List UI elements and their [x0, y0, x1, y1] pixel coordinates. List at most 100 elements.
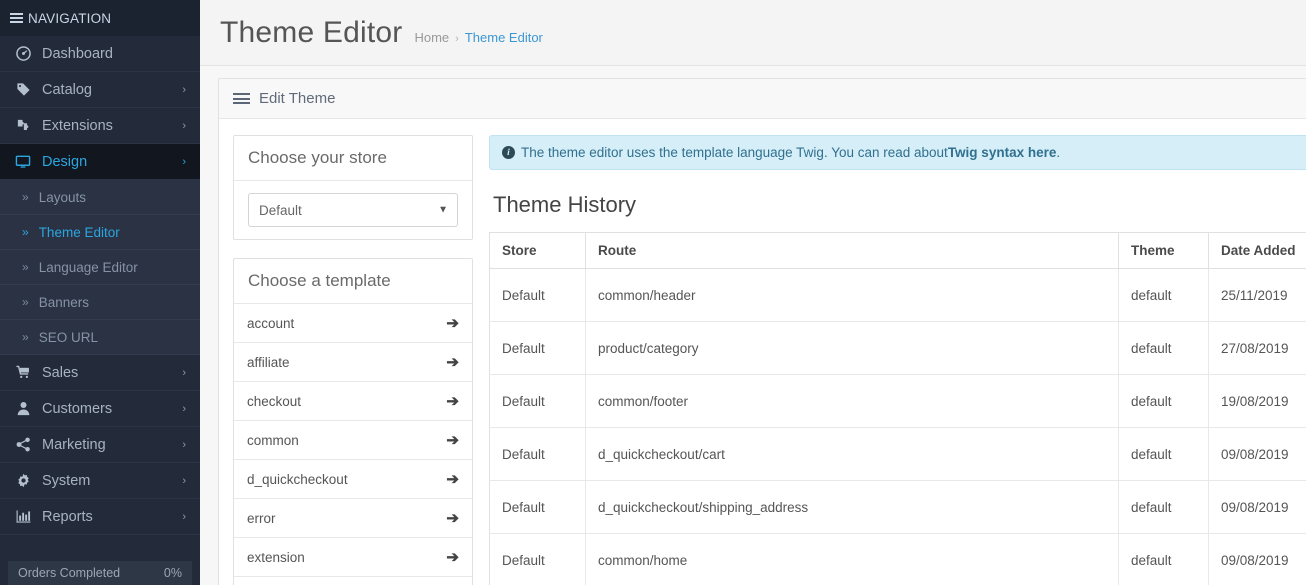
cell-theme: default: [1118, 480, 1209, 534]
cell-date-added: 09/08/2019: [1208, 427, 1306, 481]
template-list-item[interactable]: account ➔: [234, 304, 472, 343]
chevron-right-icon: ›: [182, 474, 186, 487]
cell-store: Default: [489, 374, 586, 428]
hamburger-icon[interactable]: [10, 11, 23, 25]
cell-theme: default: [1118, 427, 1209, 481]
sidebar-item-customers[interactable]: Customers ›: [0, 391, 200, 427]
template-list-item-label: extension: [247, 549, 305, 565]
cell-store: Default: [489, 533, 586, 585]
chevron-right-icon: ›: [182, 510, 186, 523]
chevron-right-icon: ›: [182, 83, 186, 96]
page-header: Theme Editor Home › Theme Editor: [200, 0, 1306, 66]
cell-theme: default: [1118, 321, 1209, 375]
sidebar-item-banners[interactable]: » Banners: [0, 285, 200, 320]
template-list-item-label: account: [247, 315, 295, 331]
sidebar-item-label: Marketing: [42, 436, 106, 453]
breadcrumb-item-theme-editor[interactable]: Theme Editor: [465, 30, 543, 45]
column-header-theme[interactable]: Theme: [1118, 232, 1209, 269]
template-list-item[interactable]: affiliate ➔: [234, 343, 472, 382]
sidebar-item-label: System: [42, 472, 91, 489]
twig-syntax-link[interactable]: Twig syntax here: [948, 145, 1057, 160]
navigation-header[interactable]: NAVIGATION: [0, 0, 200, 36]
column-header-route[interactable]: Route: [585, 232, 1119, 269]
sidebar-item-seo-url[interactable]: » SEO URL: [0, 320, 200, 355]
template-list-item-label: affiliate: [247, 354, 290, 370]
panel-heading-label: Edit Theme: [259, 90, 336, 107]
template-list-item[interactable]: error ➔: [234, 499, 472, 538]
cell-route: common/header: [585, 268, 1119, 322]
sidebar-item-marketing[interactable]: Marketing ›: [0, 427, 200, 463]
dashboard-icon: [12, 46, 34, 61]
arrow-right-icon: ➔: [446, 510, 459, 527]
sidebar-item-dashboard[interactable]: Dashboard: [0, 36, 200, 72]
sidebar-item-label: Extensions: [42, 117, 113, 134]
table-row: Default common/header default 25/11/2019: [489, 268, 1306, 322]
arrow-right-icon: ➔: [446, 471, 459, 488]
cell-route: product/category: [585, 321, 1119, 375]
double-chevron-icon: »: [22, 295, 29, 309]
gear-icon: [12, 473, 34, 488]
cell-theme: default: [1118, 533, 1209, 585]
sidebar-item-system[interactable]: System ›: [0, 463, 200, 499]
arrow-right-icon: ➔: [446, 393, 459, 410]
sidebar-item-sales[interactable]: Sales ›: [0, 355, 200, 391]
chevron-right-icon: ›: [182, 438, 186, 451]
choose-store-heading: Choose your store: [234, 136, 472, 181]
template-list-item-label: checkout: [247, 393, 302, 409]
column-header-date-added[interactable]: Date Added: [1208, 232, 1306, 269]
template-list-item[interactable]: common ➔: [234, 421, 472, 460]
sidebar-item-extensions[interactable]: Extensions ›: [0, 108, 200, 144]
sidebar-item-layouts[interactable]: » Layouts: [0, 180, 200, 215]
sidebar-item-design[interactable]: Design ›: [0, 144, 200, 180]
arrow-right-icon: ➔: [446, 354, 459, 371]
twig-info-alert: i The theme editor uses the template lan…: [489, 135, 1306, 170]
sidebar-item-reports[interactable]: Reports ›: [0, 499, 200, 535]
template-list-item[interactable]: checkout ➔: [234, 382, 472, 421]
cell-route: common/footer: [585, 374, 1119, 428]
theme-history-title: Theme History: [493, 192, 637, 217]
table-header-row: Store Route Theme Date Added Action: [489, 232, 1306, 269]
cell-route: d_quickcheckout/shipping_address: [585, 480, 1119, 534]
left-column: Choose your store Default ▼ Choose a tem…: [233, 135, 473, 585]
cell-date-added: 09/08/2019: [1208, 480, 1306, 534]
template-list-item-label: d_quickcheckout: [247, 471, 348, 487]
choose-template-heading: Choose a template: [234, 259, 472, 304]
user-icon: [12, 401, 34, 416]
sidebar-item-catalog[interactable]: Catalog ›: [0, 72, 200, 108]
cell-theme: default: [1118, 374, 1209, 428]
template-list-item[interactable]: information➔: [234, 577, 472, 585]
cart-icon: [12, 365, 34, 380]
sidebar-item-label: SEO URL: [38, 329, 98, 345]
column-header-store[interactable]: Store: [489, 232, 586, 269]
sidebar: NAVIGATION Dashboard Catalog › Extension…: [0, 0, 200, 585]
cell-route: d_quickcheckout/cart: [585, 427, 1119, 481]
store-select[interactable]: Default: [248, 193, 458, 227]
sidebar-item-label: Reports: [42, 508, 93, 525]
cell-store: Default: [489, 321, 586, 375]
alert-text-before: The theme editor uses the template langu…: [521, 145, 948, 160]
double-chevron-icon: »: [22, 225, 29, 239]
template-list-item-label: error: [247, 510, 276, 526]
table-row: Default common/footer default 19/08/2019: [489, 374, 1306, 428]
table-row: Default d_quickcheckout/shipping_address d…: [489, 480, 1306, 534]
table-row: Default d_quickcheckout/cart default 09/08/…: [489, 427, 1306, 481]
choose-store-box: Choose your store Default ▼: [233, 135, 473, 240]
arrow-right-icon: ➔: [446, 549, 459, 566]
breadcrumb-item-home[interactable]: Home: [414, 30, 449, 45]
cell-store: Default: [489, 427, 586, 481]
sidebar-item-theme-editor[interactable]: » Theme Editor: [0, 215, 200, 250]
puzzle-icon: [12, 118, 34, 133]
sidebar-item-label: Sales: [42, 364, 79, 381]
sidebar-item-language-editor[interactable]: » Language Editor: [0, 250, 200, 285]
cell-date-added: 19/08/2019: [1208, 374, 1306, 428]
chevron-right-icon: ›: [182, 155, 186, 168]
template-list-item-label: common: [247, 432, 299, 448]
template-list-item[interactable]: d_quickcheckout ➔: [234, 460, 472, 499]
cell-store: Default: [489, 268, 586, 322]
table-body: Default common/header default 25/11/2019 Def…: [489, 268, 1306, 585]
arrow-right-icon: ➔: [446, 432, 459, 449]
template-list-item[interactable]: extension ➔: [234, 538, 472, 577]
sidebar-item-label: Layouts: [38, 189, 86, 205]
cell-date-added: 27/08/2019: [1208, 321, 1306, 375]
double-chevron-icon: »: [22, 260, 29, 274]
